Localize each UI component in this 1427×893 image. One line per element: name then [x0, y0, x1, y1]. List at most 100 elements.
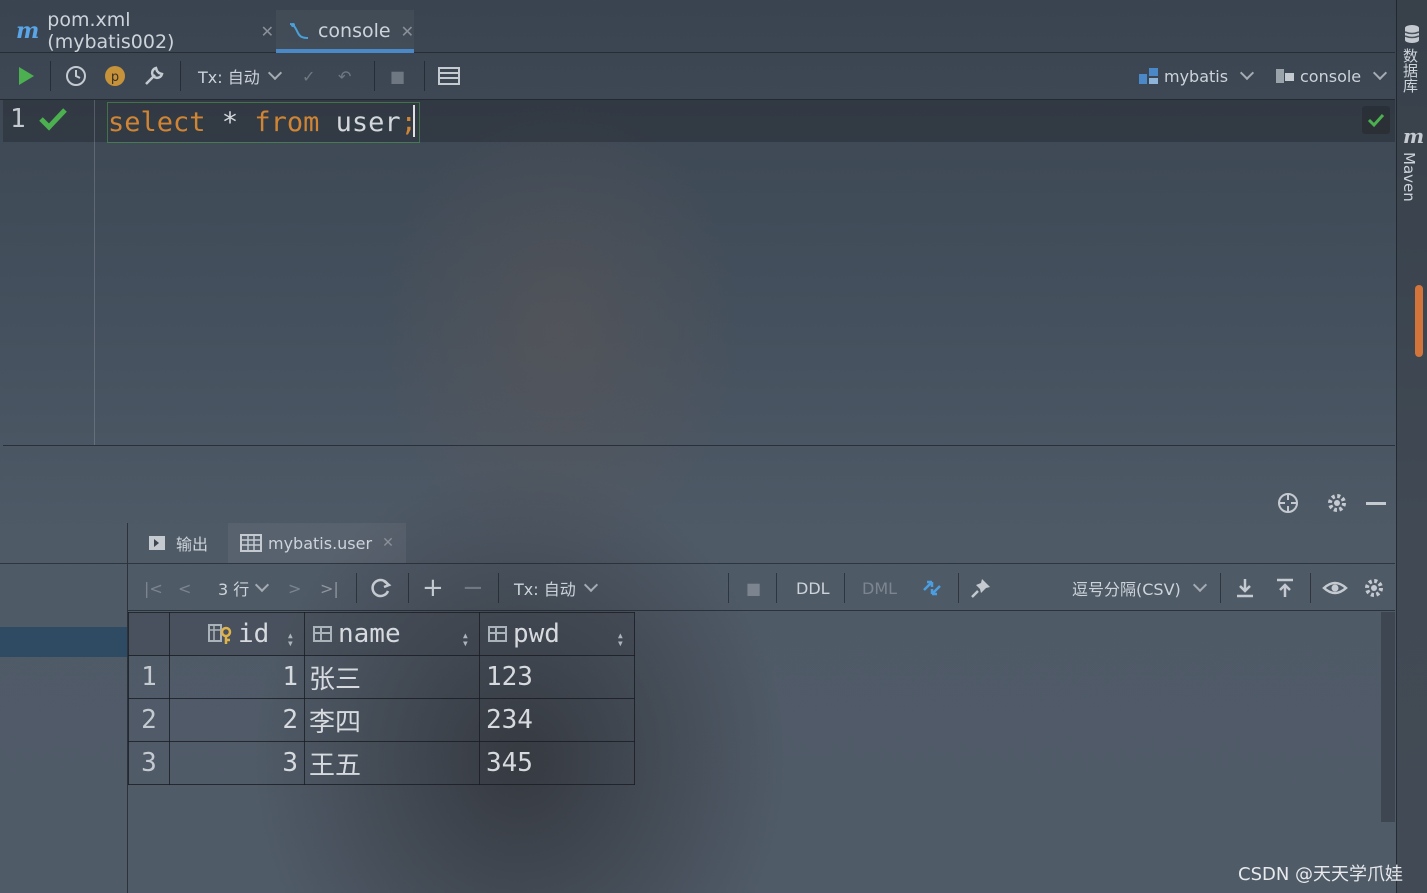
text-caret	[411, 105, 415, 137]
prev-page-icon: <	[178, 578, 192, 598]
explain-plan-button[interactable]: p	[104, 53, 126, 99]
line-number: 1	[10, 104, 26, 134]
cancel-query-button[interactable]: ■	[746, 566, 761, 610]
column-icon	[313, 626, 332, 642]
refresh-button[interactable]	[370, 566, 392, 610]
view-button[interactable]	[1322, 566, 1348, 610]
upload-icon	[1277, 578, 1293, 597]
inspection-ok-icon[interactable]	[1362, 106, 1390, 134]
column-header-id[interactable]: id ▴ ▾	[169, 612, 305, 656]
session-icon	[1276, 69, 1294, 83]
close-icon[interactable]: ✕	[261, 22, 274, 41]
grid-scrollbar[interactable]	[1381, 612, 1395, 822]
rollback-button[interactable]: ↶	[338, 53, 351, 99]
cell-id[interactable]: 2	[169, 698, 305, 742]
cell-pwd[interactable]: 123	[479, 655, 635, 699]
maven-tool-button[interactable]: Maven	[1400, 152, 1418, 202]
tab-label: 输出	[176, 535, 209, 554]
cell-name[interactable]: 王五	[304, 741, 480, 785]
session-dropdown[interactable]: console	[1274, 53, 1388, 99]
column-header-name[interactable]: name ▴ ▾	[304, 612, 480, 656]
results-settings-button[interactable]	[1362, 566, 1386, 610]
cell-id[interactable]: 3	[169, 741, 305, 785]
row-count-dropdown[interactable]: 3 行	[218, 566, 270, 610]
close-icon[interactable]: ✕	[382, 535, 394, 551]
ddl-button[interactable]: DDL	[796, 566, 830, 610]
table-row[interactable]: 3 3 王五 345	[128, 741, 635, 785]
add-row-button[interactable]: +	[422, 566, 444, 610]
crosshair-icon[interactable]	[1276, 491, 1300, 519]
compare-button[interactable]	[920, 566, 944, 610]
cell-name[interactable]: 张三	[304, 655, 480, 699]
row-number: 2	[128, 698, 170, 742]
tab-console[interactable]: console ✕	[276, 10, 414, 53]
results-toolbar: |< < 3 行 > >| + − Tx: 自动 ■ DDL DML 逗号分隔(…	[128, 566, 1395, 611]
import-button[interactable]	[1274, 566, 1296, 610]
chevron-down-icon	[267, 65, 282, 81]
table-row[interactable]: 1 1 张三 123	[128, 655, 635, 699]
row-number: 3	[128, 741, 170, 785]
stop-icon: ■	[390, 66, 406, 86]
gear-icon	[1365, 579, 1383, 597]
minimize-icon[interactable]	[1366, 502, 1386, 505]
settings-wrench-button[interactable]	[142, 53, 166, 99]
tab-output[interactable]: 输出	[148, 523, 208, 563]
first-page-button[interactable]: |<	[144, 566, 163, 610]
cell-name[interactable]: 李四	[304, 698, 480, 742]
p-circle-icon: p	[105, 66, 125, 86]
download-icon	[1237, 579, 1253, 598]
row-number-header	[128, 612, 170, 656]
clock-icon	[66, 66, 86, 86]
chevron-down-icon	[1240, 65, 1255, 81]
pin-button[interactable]	[970, 566, 992, 610]
sort-icon[interactable]: ▴ ▾	[462, 629, 469, 649]
tab-label: pom.xml (mybatis002)	[47, 9, 175, 53]
sql-table-name: user	[335, 107, 401, 138]
tx-mode-dropdown[interactable]: Tx: 自动	[198, 53, 282, 99]
statement-ok-icon	[38, 106, 68, 136]
sql-editor[interactable]	[3, 100, 1395, 446]
sort-icon[interactable]: ▴ ▾	[287, 629, 294, 649]
column-header-pwd[interactable]: pwd ▴ ▾	[479, 612, 635, 656]
compare-arrows-icon	[923, 580, 941, 596]
database-icon	[1403, 24, 1421, 48]
prev-page-button[interactable]: <	[178, 566, 191, 610]
maven-m-icon: m	[16, 18, 40, 44]
tab-mybatis-user[interactable]: mybatis.user ✕	[228, 523, 406, 563]
tree-selected-row[interactable]	[0, 627, 127, 657]
dml-button[interactable]: DML	[862, 566, 897, 610]
row-count-label: 3 行	[218, 580, 250, 599]
sql-statement[interactable]: select * from user;	[107, 102, 420, 143]
sql-star: *	[221, 107, 239, 138]
undo-icon: ↶	[338, 66, 352, 86]
svg-text:p: p	[111, 70, 119, 85]
gear-icon[interactable]	[1325, 491, 1349, 519]
commit-button[interactable]: ✓	[302, 53, 315, 99]
run-button[interactable]	[16, 53, 36, 99]
column-icon	[488, 626, 507, 642]
table-row[interactable]: 2 2 李四 234	[128, 698, 635, 742]
datasource-dropdown[interactable]: mybatis	[1138, 53, 1255, 99]
layout-button[interactable]	[438, 53, 460, 99]
last-page-button[interactable]: >|	[320, 566, 339, 610]
cell-pwd[interactable]: 234	[479, 698, 635, 742]
delete-row-button[interactable]: −	[462, 566, 484, 610]
cell-id[interactable]: 1	[169, 655, 305, 699]
results-tx-dropdown[interactable]: Tx: 自动	[514, 566, 598, 610]
sql-keyword-select: select	[108, 107, 206, 138]
cell-pwd[interactable]: 345	[479, 741, 635, 785]
close-icon[interactable]: ✕	[401, 22, 414, 41]
results-grid[interactable]: id ▴ ▾ name ▴ ▾ pwd ▴ ▾ 1 1 张三 123 2 2 李四 234	[128, 612, 635, 785]
export-button[interactable]	[1234, 566, 1256, 610]
export-format-dropdown[interactable]: 逗号分隔(CSV)	[1072, 566, 1207, 610]
scroll-thumb[interactable]	[1415, 285, 1423, 357]
database-tool-button[interactable]: 数据库	[1400, 48, 1421, 93]
next-page-button[interactable]: >	[288, 566, 301, 610]
datasource-label: mybatis	[1164, 66, 1229, 86]
stop-button[interactable]: ■	[390, 53, 405, 99]
tab-label: console	[317, 20, 391, 42]
tab-pom-xml[interactable]: m pom.xml (mybatis002) ✕	[16, 9, 274, 53]
history-button[interactable]	[64, 53, 88, 99]
tx-label: Tx: 自动	[514, 580, 576, 599]
sort-icon[interactable]: ▴ ▾	[617, 629, 624, 649]
